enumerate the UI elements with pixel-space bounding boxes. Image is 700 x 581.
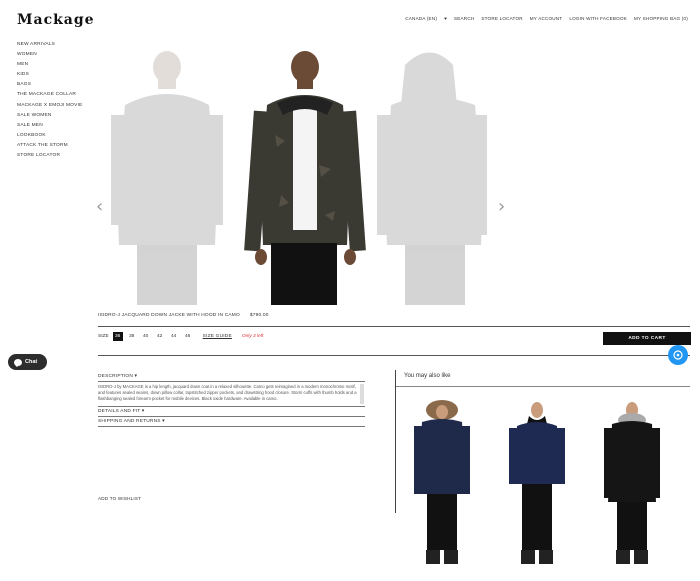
recommended-product-1[interactable] [412,398,472,576]
topnav-search[interactable]: SEARCH [454,16,474,21]
product-image-side-faded [377,52,487,305]
product-image-front [244,51,366,305]
sidenav-item[interactable]: MEN [17,62,83,68]
product-image-carousel[interactable] [95,45,515,305]
add-to-wishlist-link[interactable]: ADD TO WISHLIST [98,496,141,501]
top-navigation: CANADA (EN) ♥ SEARCH STORE LOCATOR MY AC… [405,16,688,21]
add-to-cart-button[interactable]: ADD TO CART [603,332,691,345]
chat-button[interactable]: Chat [8,354,47,370]
size-option[interactable]: 46 [183,332,193,341]
side-navigation: NEW ARRIVALS WOMEN MEN KIDS BAGS THE MAC… [17,42,83,159]
description-toggle[interactable]: DESCRIPTION ▾ [98,374,137,379]
chevron-right-icon[interactable]: › [498,196,505,217]
size-option[interactable]: 44 [169,332,179,341]
sidenav-item[interactable]: THE MACKAGE COLLAR [17,92,83,98]
topnav-facebook-login[interactable]: LOGIN WITH FACEBOOK [569,16,627,21]
shipping-and-returns-toggle[interactable]: SHIPPING AND RETURNS ▾ [98,419,165,424]
divider [98,381,365,382]
heart-icon[interactable]: ♥ [444,16,447,21]
sidenav-item[interactable]: STORE LOCATOR [17,153,83,159]
sidenav-item[interactable]: LOOKBOOK [17,133,83,139]
details-and-fit-toggle[interactable]: DETAILS AND FIT ▾ [98,409,144,414]
divider [98,326,690,327]
description-scrollbar[interactable] [360,384,364,404]
divider [98,416,365,417]
topnav-region[interactable]: CANADA (EN) [405,16,437,21]
sidenav-item[interactable]: SALE WOMEN [17,113,83,119]
sidenav-item[interactable]: SALE MEN [17,123,83,129]
brand-logo[interactable]: Mackage [17,12,95,28]
product-name: ISIDRO-J JACQUARD DOWN JACKE WITH HOOD I… [98,313,240,318]
chat-label: Chat [25,359,38,365]
recommended-product-3[interactable] [602,398,662,576]
size-option[interactable]: 42 [155,332,165,341]
sidenav-item[interactable]: NEW ARRIVALS [17,42,83,48]
divider [98,426,365,427]
divider [396,386,690,387]
product-price: $790.00 [249,313,269,318]
divider [98,355,690,356]
product-image-front-faded [111,51,223,305]
sidenav-item[interactable]: BAGS [17,82,83,88]
chat-bubble-icon [14,358,22,367]
size-guide-link[interactable]: SIZE GUIDE [203,334,232,339]
divider-vertical [395,370,396,513]
stock-note: Only 3 left [241,334,264,339]
sidenav-item[interactable]: KIDS [17,72,83,78]
product-heading: ISIDRO-J JACQUARD DOWN JACKE WITH HOOD I… [98,313,269,318]
recommended-product-2[interactable] [507,398,567,576]
chat-widget-icon[interactable] [668,345,688,365]
sidenav-item[interactable]: WOMEN [17,52,83,58]
sidenav-item[interactable]: ATTACK THE STORM [17,143,83,149]
topnav-my-account[interactable]: MY ACCOUNT [530,16,563,21]
also-like-title: You may also like [404,373,451,379]
topnav-shopping-bag[interactable]: MY SHOPPING BAG (0) [634,16,688,21]
description-text: ISIDRO-J by MACKAGE is a hip length, jac… [98,384,357,401]
size-selector: SIZE 36 38 40 42 44 46 SIZE GUIDE Only 3… [98,332,263,341]
divider [98,406,365,407]
size-option-selected[interactable]: 36 [112,332,123,341]
sidenav-item[interactable]: MACKAGE X EMOJI MOVIE [17,103,83,109]
size-label: SIZE [98,334,109,339]
size-option[interactable]: 38 [127,332,137,341]
chevron-left-icon[interactable]: ‹ [96,196,103,217]
topnav-store-locator[interactable]: STORE LOCATOR [481,16,522,21]
size-option[interactable]: 40 [141,332,151,341]
